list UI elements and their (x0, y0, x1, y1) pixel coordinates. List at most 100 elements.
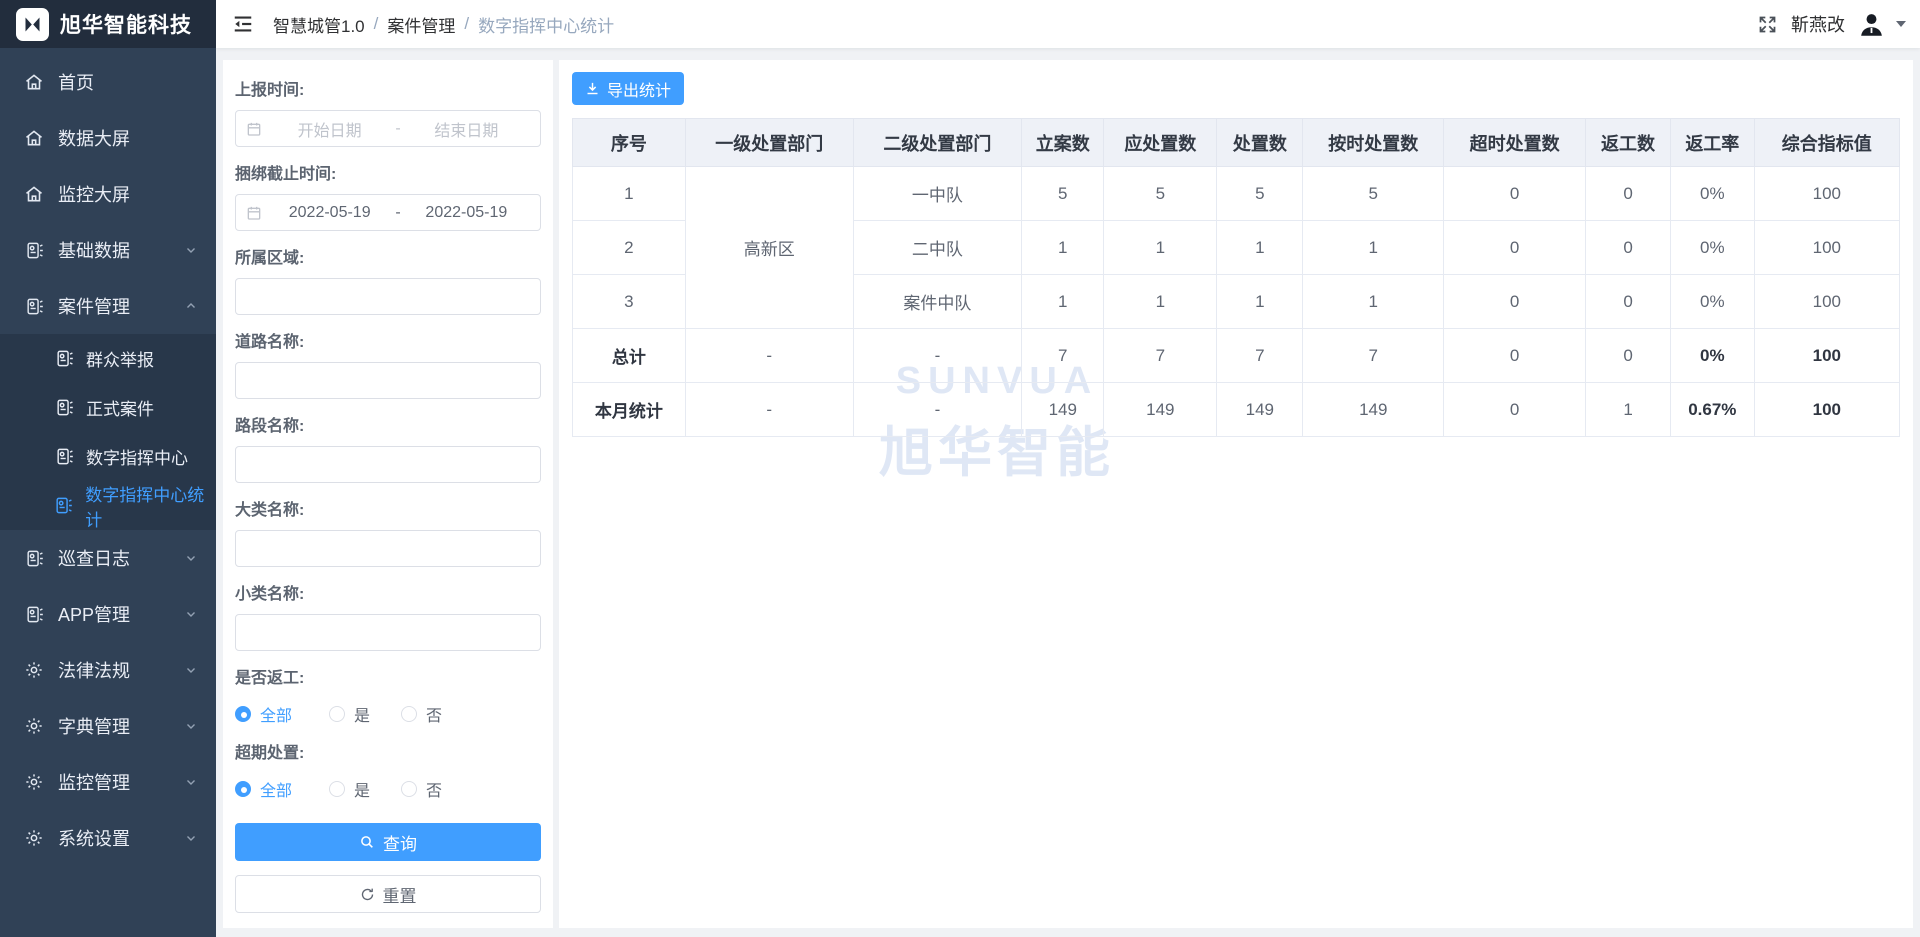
sidebar-item-patrol-log[interactable]: 巡查日志 (0, 530, 216, 586)
search-button[interactable]: 查询 (235, 823, 541, 861)
table-cell: 100 (1754, 383, 1899, 437)
table-cell: 1 (1022, 275, 1104, 329)
sidebar-item-app-management[interactable]: APP管理 (0, 586, 216, 642)
chevron-down-icon[interactable] (1896, 21, 1906, 27)
sidebar-item-monitor-management[interactable]: 监控管理 (0, 754, 216, 810)
topbar: 智慧城管1.0 / 案件管理 / 数字指挥中心统计 靳燕改 (216, 0, 1920, 48)
chevron-down-icon (184, 243, 198, 257)
sidebar-item-case-management[interactable]: 案件管理 (0, 278, 216, 334)
table-cell: 案件中队 (853, 275, 1022, 329)
breadcrumb-item[interactable]: 智慧城管1.0 (273, 12, 365, 37)
rework-label: 是否返工: (235, 664, 541, 688)
sidebar: 旭华智能科技 首页数据大屏监控大屏基础数据案件管理群众举报正式案件数字指挥中心数… (0, 0, 216, 937)
search-button-label: 查询 (383, 830, 417, 855)
home-icon (23, 71, 45, 93)
road-label: 道路名称: (235, 328, 541, 352)
sidebar-item-basic-data[interactable]: 基础数据 (0, 222, 216, 278)
doc-icon (54, 496, 73, 516)
table-cell: 1 (1217, 221, 1303, 275)
column-header: 二级处置部门 (853, 119, 1022, 167)
radio-rework-yes[interactable]: 是 (329, 702, 401, 726)
sidebar-item-system-settings[interactable]: 系统设置 (0, 810, 216, 866)
table-cell: 3 (573, 275, 686, 329)
breadcrumb-item[interactable]: 案件管理 (387, 12, 455, 37)
radio-unchecked-icon (401, 706, 417, 722)
sidebar-item-label: 数字指挥中心 (86, 444, 188, 469)
minor-class-label: 小类名称: (235, 580, 541, 604)
table-row: 总计--7777000%100 (573, 329, 1900, 383)
table-cell: 5 (1022, 167, 1104, 221)
table-cell: 0 (1444, 275, 1586, 329)
export-stats-button[interactable]: 导出统计 (572, 72, 684, 105)
reset-button[interactable]: 重置 (235, 875, 541, 913)
table-cell: 1 (1217, 275, 1303, 329)
doc-icon (23, 295, 45, 317)
doc-icon (23, 239, 45, 261)
column-header: 应处置数 (1104, 119, 1217, 167)
minor-class-input[interactable] (235, 614, 541, 651)
gear-icon (23, 771, 45, 793)
table-cell: 0 (1444, 383, 1586, 437)
sidebar-item-data-screen[interactable]: 数据大屏 (0, 110, 216, 166)
brand-title: 旭华智能科技 (60, 9, 192, 39)
sidebar-menu: 首页数据大屏监控大屏基础数据案件管理群众举报正式案件数字指挥中心数字指挥中心统计… (0, 48, 216, 866)
table-cell: - (853, 383, 1022, 437)
table-cell: 1 (1303, 275, 1444, 329)
sidebar-item-laws-regulations[interactable]: 法律法规 (0, 642, 216, 698)
sidebar-item-label: APP管理 (58, 601, 184, 627)
major-class-input[interactable] (235, 530, 541, 567)
table-cell: 5 (1303, 167, 1444, 221)
username[interactable]: 靳燕改 (1791, 11, 1845, 37)
app-logo: 旭华智能科技 (0, 0, 216, 48)
end-date-placeholder: 结束日期 (403, 117, 530, 141)
radio-label: 全部 (260, 702, 292, 726)
table-cell: 本月统计 (573, 383, 686, 437)
sidebar-item-home[interactable]: 首页 (0, 54, 216, 110)
radio-checked-icon (235, 706, 251, 722)
radio-rework-no[interactable]: 否 (401, 702, 495, 726)
report-time-range-input[interactable]: 开始日期 - 结束日期 (235, 110, 541, 147)
chevron-down-icon (184, 775, 198, 789)
region-input[interactable] (235, 278, 541, 315)
stats-table: 序号一级处置部门二级处置部门立案数应处置数处置数按时处置数超时处置数返工数返工率… (572, 118, 1900, 437)
sidebar-item-monitor-screen[interactable]: 监控大屏 (0, 166, 216, 222)
sidebar-item-public-report[interactable]: 群众举报 (0, 334, 216, 383)
table-cell: 0 (1444, 167, 1586, 221)
gear-icon (23, 715, 45, 737)
column-header: 返工率 (1671, 119, 1755, 167)
section-input[interactable] (235, 446, 541, 483)
table-cell: 0.67% (1671, 383, 1755, 437)
radio-label: 是 (354, 777, 370, 801)
table-cell: 二中队 (853, 221, 1022, 275)
radio-rework-all[interactable]: 全部 (235, 702, 329, 726)
sidebar-item-formal-case[interactable]: 正式案件 (0, 383, 216, 432)
radio-overdue-all[interactable]: 全部 (235, 777, 329, 801)
table-cell: 100 (1754, 167, 1899, 221)
brand-icon (16, 8, 49, 41)
sidebar-item-dictionary-management[interactable]: 字典管理 (0, 698, 216, 754)
table-cell: 7 (1303, 329, 1444, 383)
sidebar-item-digital-command-center-stats[interactable]: 数字指挥中心统计 (0, 481, 216, 530)
table-cell: 7 (1022, 329, 1104, 383)
radio-overdue-yes[interactable]: 是 (329, 777, 401, 801)
radio-overdue-no[interactable]: 否 (401, 777, 495, 801)
major-class-label: 大类名称: (235, 496, 541, 520)
radio-label: 全部 (260, 777, 292, 801)
avatar[interactable] (1858, 11, 1885, 38)
calendar-icon (246, 121, 262, 137)
region-label: 所属区域: (235, 244, 541, 268)
chevron-down-icon (184, 551, 198, 565)
table-cell: 0% (1671, 221, 1755, 275)
table-cell: 5 (1104, 167, 1217, 221)
radio-label: 否 (426, 777, 442, 801)
table-row: 本月统计--149149149149010.67%100 (573, 383, 1900, 437)
sidebar-item-digital-command-center[interactable]: 数字指挥中心 (0, 432, 216, 481)
sidebar-collapse-icon[interactable] (232, 13, 254, 35)
table-cell: 149 (1303, 383, 1444, 437)
breadcrumb-item-current: 数字指挥中心统计 (478, 12, 614, 37)
table-cell: 0% (1671, 275, 1755, 329)
main-panel: SUNVUA 旭华智能 导出统计 序号一级处置部门二级处置部门立案数应处置数处置… (559, 60, 1913, 928)
fullscreen-icon[interactable] (1757, 14, 1778, 35)
road-input[interactable] (235, 362, 541, 399)
bind-deadline-range-input[interactable]: 2022-05-19 - 2022-05-19 (235, 194, 541, 231)
